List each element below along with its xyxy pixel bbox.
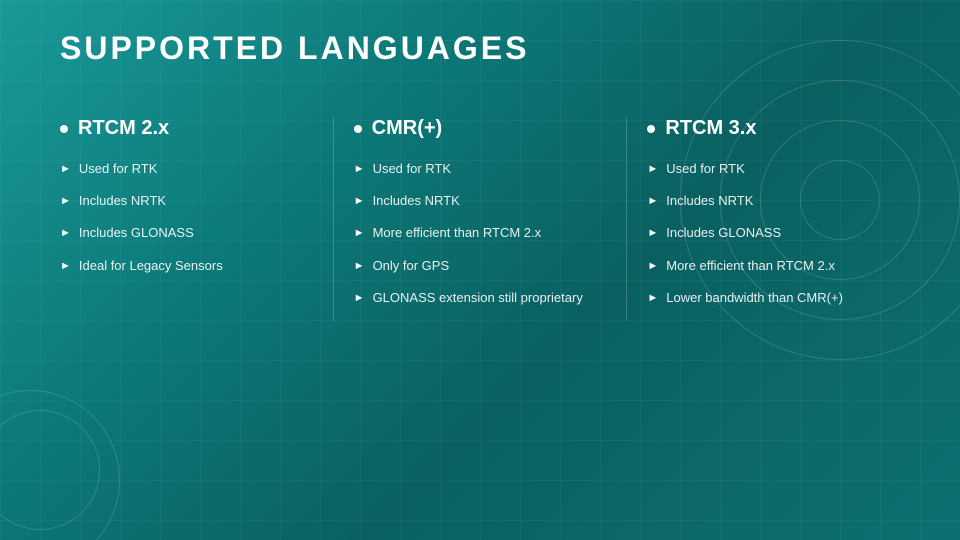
bullet-dot-2 [354,125,362,133]
list-item: ► Includes NRTK [647,192,900,210]
bullet-dot-1 [60,125,68,133]
list-item: ► Used for RTK [647,160,900,178]
arrow-icon: ► [647,194,658,209]
column-title-rtcm3: RTCM 3.x [647,117,900,140]
arrow-icon: ► [354,226,365,241]
arrow-icon: ► [647,259,658,274]
arrow-icon: ► [60,259,71,274]
arrow-icon: ► [60,226,71,241]
arrow-icon: ► [354,291,365,306]
rtcm2-list: ► Used for RTK ► Includes NRTK ► Include… [60,160,313,275]
arrow-icon: ► [647,162,658,177]
list-item: ► More efficient than RTCM 2.x [354,224,607,242]
arrow-icon: ► [354,162,365,177]
arrow-icon: ► [647,226,658,241]
column-divider-2 [626,117,627,321]
columns-wrapper: RTCM 2.x ► Used for RTK ► Includes NRTK … [60,117,900,321]
column-title-rtcm2: RTCM 2.x [60,117,313,140]
list-item: ► Includes GLONASS [60,224,313,242]
column-rtcm3: RTCM 3.x ► Used for RTK ► Includes NRTK … [647,117,900,321]
list-item: ► Ideal for Legacy Sensors [60,257,313,275]
arrow-icon: ► [60,194,71,209]
list-item: ► Used for RTK [60,160,313,178]
rtcm3-list: ► Used for RTK ► Includes NRTK ► Include… [647,160,900,307]
list-item: ► Includes NRTK [354,192,607,210]
list-item: ► Lower bandwidth than CMR(+) [647,289,900,307]
list-item: ► GLONASS extension still proprietary [354,289,607,307]
column-cmrplus: CMR(+) ► Used for RTK ► Includes NRTK ► … [354,117,607,321]
page-title: SUPPORTED LANGUAGES [60,30,900,67]
column-divider-1 [333,117,334,321]
bullet-dot-3 [647,125,655,133]
main-content: SUPPORTED LANGUAGES RTCM 2.x ► Used for … [0,0,960,351]
arrow-icon: ► [354,259,365,274]
list-item: ► Used for RTK [354,160,607,178]
list-item: ► More efficient than RTCM 2.x [647,257,900,275]
arrow-icon: ► [647,291,658,306]
cmrplus-list: ► Used for RTK ► Includes NRTK ► More ef… [354,160,607,307]
list-item: ► Includes NRTK [60,192,313,210]
arrow-icon: ► [354,194,365,209]
list-item: ► Only for GPS [354,257,607,275]
column-title-cmrplus: CMR(+) [354,117,607,140]
arrow-icon: ► [60,162,71,177]
list-item: ► Includes GLONASS [647,224,900,242]
column-rtcm2: RTCM 2.x ► Used for RTK ► Includes NRTK … [60,117,313,289]
